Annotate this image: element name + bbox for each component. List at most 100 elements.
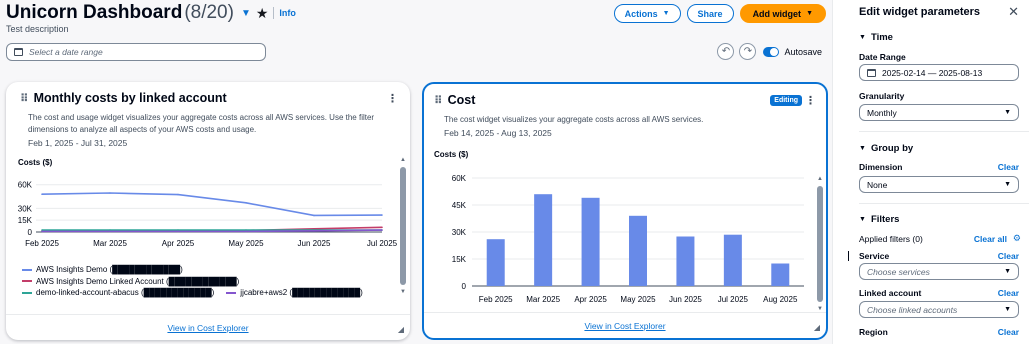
widget-scrollbar[interactable]: ▲ ▼ — [400, 157, 406, 297]
section-label: Filters — [870, 214, 900, 225]
bar — [581, 197, 600, 286]
caret-down-icon: ▼ — [859, 216, 866, 223]
close-icon[interactable]: ✕ — [1008, 4, 1019, 20]
share-button[interactable]: Share — [686, 4, 734, 23]
data-point — [313, 214, 315, 217]
actions-button[interactable]: Actions ▼ — [613, 4, 681, 23]
y-tick-label: 60K — [452, 174, 467, 183]
dashboard-description: Test description — [6, 24, 69, 34]
x-tick-label: Feb 2025 — [479, 295, 513, 304]
drag-handle-icon[interactable]: ⠿ — [434, 94, 443, 107]
dashboard-area: Unicorn Dashboard (8/20) ▼ ★ Info Test d… — [0, 0, 832, 344]
widget-header: ⠿ Monthly costs by linked account — [20, 91, 227, 105]
data-point — [109, 192, 111, 194]
legend-item: demo-linked-account-abacus (████████████… — [22, 287, 363, 299]
legend-label: jjcabre+aws2 (████████████) — [240, 288, 363, 297]
edit-widget-panel: Edit widget parameters ✕ ▼ Time Date Ran… — [832, 0, 1029, 344]
dimension-label: Dimension — [859, 162, 903, 172]
text-cursor — [848, 251, 849, 261]
y-tick-label: 30K — [18, 204, 33, 213]
clear-all-link[interactable]: Clear all — [974, 234, 1007, 244]
service-placeholder: Choose services — [867, 266, 930, 277]
legend-swatch — [22, 291, 32, 294]
data-point — [177, 230, 179, 233]
dashboard-menu-caret-icon[interactable]: ▼ — [241, 8, 251, 19]
linked-account-select[interactable]: Choose linked accounts ▼ — [859, 301, 1019, 318]
x-tick-label: Jun 2025 — [669, 295, 702, 304]
data-point — [41, 193, 43, 195]
drag-handle-icon[interactable]: ⠿ — [20, 92, 29, 105]
granularity-select[interactable]: Monthly ▼ — [859, 104, 1019, 121]
widget-date-range: Feb 1, 2025 - Jul 31, 2025 — [28, 138, 128, 148]
scroll-up-icon[interactable]: ▲ — [400, 157, 406, 163]
widget-description: The cost and usage widget visualizes you… — [28, 113, 375, 134]
scroll-down-icon[interactable]: ▼ — [400, 289, 406, 295]
legend-item: AWS Insights Demo Linked Account (██████… — [22, 276, 363, 288]
time-section-toggle[interactable]: ▼ Time — [859, 32, 893, 43]
widget-menu-icon[interactable]: ⋮ — [805, 94, 816, 107]
legend-swatch — [22, 280, 32, 283]
service-label: Service — [859, 251, 890, 261]
redo-icon[interactable]: ↷ — [739, 43, 757, 60]
autosave-label: Autosave — [784, 46, 822, 57]
bar — [723, 234, 742, 286]
scroll-thumb[interactable] — [817, 186, 823, 302]
favorite-star-icon[interactable]: ★ — [256, 5, 269, 22]
data-point — [41, 230, 43, 233]
widget-date-range: Feb 14, 2025 - Aug 13, 2025 — [444, 128, 552, 138]
caret-down-icon: ▼ — [1004, 268, 1011, 275]
calendar-icon — [14, 48, 23, 56]
info-link[interactable]: Info — [279, 8, 296, 18]
y-tick-label: 15K — [452, 255, 467, 264]
region-clear-link[interactable]: Clear — [998, 327, 1019, 337]
dimension-clear-link[interactable]: Clear — [998, 162, 1019, 172]
x-tick-label: Feb 2025 — [25, 239, 59, 248]
caret-down-icon: ▼ — [662, 10, 670, 17]
resize-handle-icon[interactable]: ◢ — [814, 323, 820, 332]
dimension-select[interactable]: None ▼ — [859, 176, 1019, 193]
settings-gear-icon[interactable]: ⚙ — [1013, 233, 1021, 244]
y-axis-title: Costs ($) — [18, 158, 53, 167]
legend-swatch — [226, 291, 237, 294]
scroll-up-icon[interactable]: ▲ — [817, 176, 823, 182]
date-range-picker[interactable]: Select a date range — [6, 43, 266, 61]
add-widget-button[interactable]: Add widget ▼ — [739, 4, 826, 23]
date-range-field[interactable]: 2025-02-14 — 2025-08-13 — [859, 64, 1019, 81]
view-in-cost-explorer-link[interactable]: View in Cost Explorer — [584, 321, 665, 331]
widget-footer: View in Cost Explorer — [6, 314, 410, 340]
widget-title: Cost — [447, 93, 476, 107]
filters-section-toggle[interactable]: ▼ Filters — [859, 214, 899, 225]
bar — [486, 239, 505, 286]
service-clear-link[interactable]: Clear — [998, 251, 1019, 261]
resize-handle-icon[interactable]: ◢ — [398, 325, 404, 334]
section-label: Group by — [870, 143, 914, 154]
dimension-value: None — [867, 179, 888, 190]
share-button-label: Share — [697, 8, 723, 19]
undo-icon[interactable]: ↶ — [717, 43, 735, 60]
line-chart: 0 15K 30K 60K Feb 2025 Mar 2025 Apr 2025 May 20… — [18, 181, 398, 248]
widget-monthly-costs: ⠿ Monthly costs by linked account ⋮ The … — [6, 82, 410, 340]
granularity-label: Granularity — [859, 91, 905, 101]
widget-menu-icon[interactable]: ⋮ — [387, 92, 398, 105]
scroll-thumb[interactable] — [400, 167, 406, 285]
linked-account-clear-link[interactable]: Clear — [998, 288, 1019, 298]
legend-item: AWS Insights Demo (████████████) — [22, 264, 363, 276]
date-range-label: Date Range — [859, 52, 906, 62]
view-in-cost-explorer-link[interactable]: View in Cost Explorer — [167, 323, 248, 333]
data-point — [245, 202, 247, 204]
widget-scrollbar[interactable]: ▲ ▼ — [817, 176, 823, 314]
caret-down-icon: ▼ — [859, 34, 866, 41]
data-point — [177, 193, 179, 196]
divider — [859, 203, 1029, 204]
history-controls: ↶ ↷ Autosave — [717, 43, 822, 60]
divider — [859, 131, 1029, 132]
y-tick-label: 30K — [452, 228, 467, 237]
dashboard-header: Unicorn Dashboard (8/20) ▼ ★ Info — [6, 2, 296, 24]
autosave-toggle[interactable] — [763, 46, 780, 57]
linked-account-placeholder: Choose linked accounts — [867, 304, 958, 315]
y-axis-title: Costs ($) — [434, 150, 469, 159]
x-tick-label: Mar 2025 — [526, 295, 560, 304]
x-tick-label: Apr 2025 — [574, 295, 607, 304]
group-by-section-toggle[interactable]: ▼ Group by — [859, 143, 913, 154]
service-select[interactable]: Choose services ▼ — [859, 263, 1019, 280]
